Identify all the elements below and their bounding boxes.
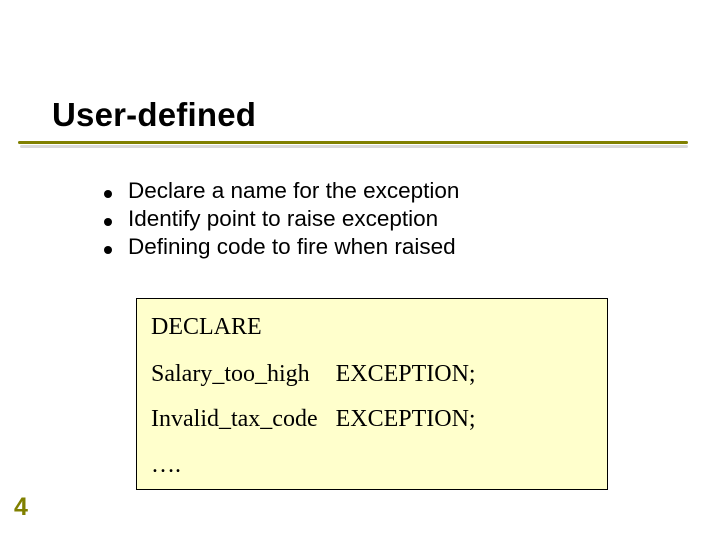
code-row: …. — [151, 443, 494, 488]
code-rows: Salary_too_high EXCEPTION; Invalid_tax_c… — [151, 352, 494, 488]
code-type: EXCEPTION; — [336, 397, 494, 442]
title-block: User-defined — [52, 96, 256, 134]
bullet-item: Defining code to fire when raised — [104, 234, 459, 260]
code-ellipsis: …. — [151, 443, 336, 488]
bullet-item: Declare a name for the exception — [104, 178, 459, 204]
title-underline-shadow — [20, 145, 688, 148]
code-type — [336, 443, 494, 488]
code-identifier: Invalid_tax_code — [151, 397, 336, 442]
bullet-dot-icon — [104, 218, 112, 226]
bullet-list: Declare a name for the exception Identif… — [104, 178, 459, 262]
bullet-item: Identify point to raise exception — [104, 206, 459, 232]
bullet-text: Declare a name for the exception — [128, 178, 459, 204]
code-row: Invalid_tax_code EXCEPTION; — [151, 397, 494, 442]
code-row: Salary_too_high EXCEPTION; — [151, 352, 494, 397]
bullet-text: Defining code to fire when raised — [128, 234, 456, 260]
page-number: 4 — [14, 493, 28, 522]
code-keyword-declare: DECLARE — [151, 309, 593, 346]
code-identifier: Salary_too_high — [151, 352, 336, 397]
bullet-text: Identify point to raise exception — [128, 206, 438, 232]
bullet-dot-icon — [104, 190, 112, 198]
code-type: EXCEPTION; — [336, 352, 494, 397]
bullet-dot-icon — [104, 246, 112, 254]
slide: User-defined Declare a name for the exce… — [0, 0, 720, 540]
slide-title: User-defined — [52, 96, 256, 134]
code-example-box: DECLARE Salary_too_high EXCEPTION; Inval… — [136, 298, 608, 490]
title-underline — [18, 141, 688, 144]
